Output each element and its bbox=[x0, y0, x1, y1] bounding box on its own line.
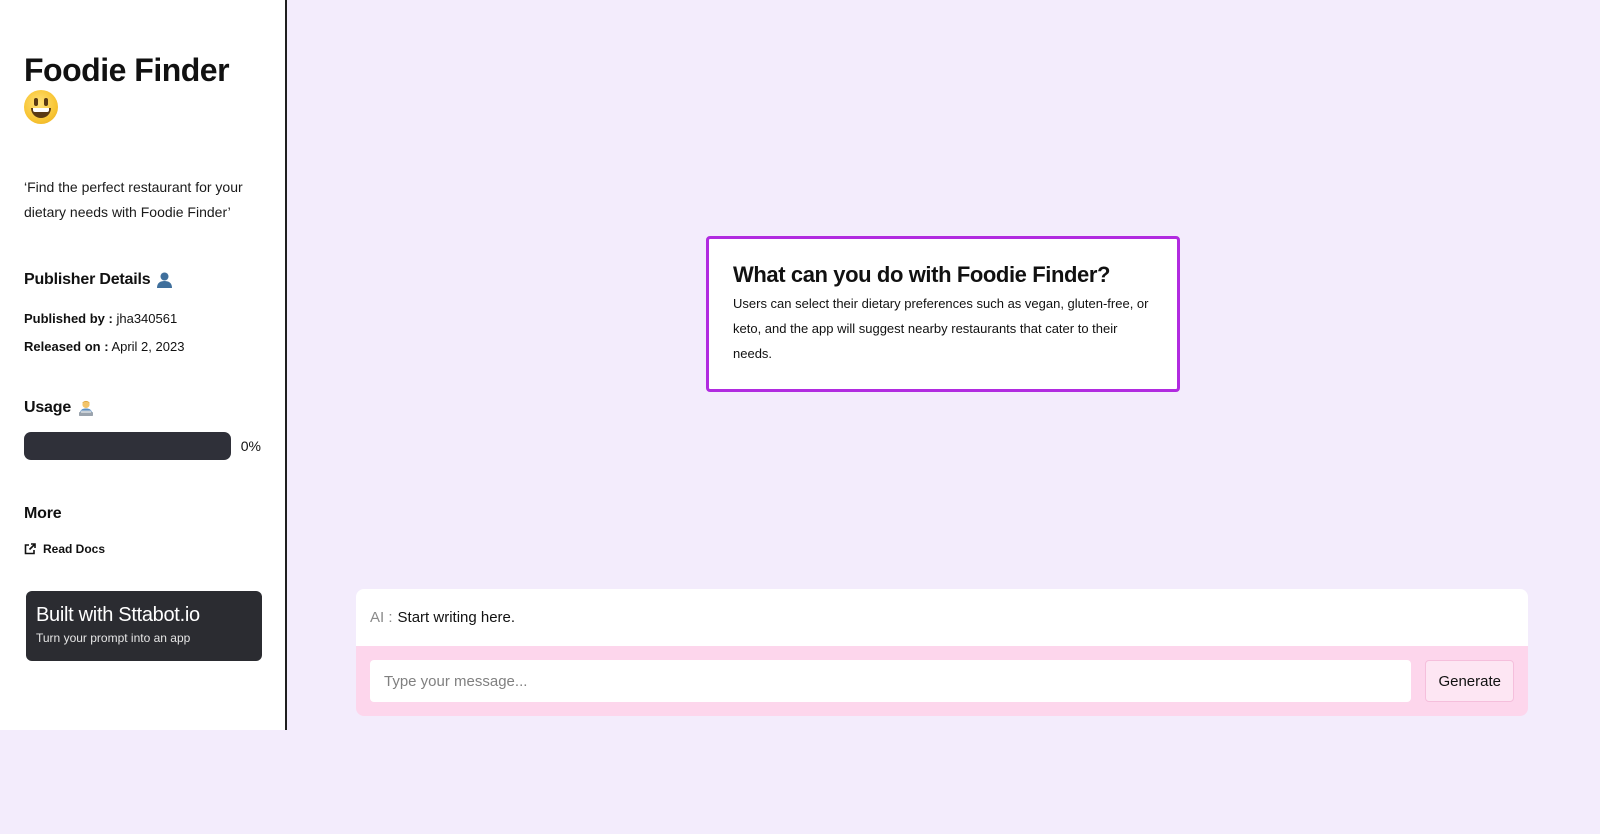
ai-output-area: AI : Start writing here. bbox=[356, 589, 1528, 646]
published-by-label: Published by : bbox=[24, 311, 113, 326]
usage-percent: 0% bbox=[240, 438, 261, 454]
built-with-sttabot-card[interactable]: Built with Sttabot.io Turn your prompt i… bbox=[26, 591, 262, 661]
released-on-row: Released on : April 2, 2023 bbox=[24, 339, 261, 354]
more-heading: More bbox=[24, 505, 62, 522]
ai-output-text: Start writing here. bbox=[397, 609, 516, 626]
external-link-icon bbox=[24, 543, 36, 555]
chat-input-row: Generate bbox=[356, 646, 1528, 716]
published-by-value: jha340561 bbox=[116, 311, 178, 326]
read-docs-link[interactable]: Read Docs bbox=[24, 542, 261, 556]
usage-progress-bar bbox=[24, 432, 231, 460]
app-title: Foodie Finder bbox=[24, 52, 261, 131]
info-card-body: Users can select their dietary preferenc… bbox=[733, 296, 1149, 361]
app-tagline: ‘Find the perfect restaurant for your di… bbox=[24, 179, 243, 220]
usage-heading-text: Usage bbox=[24, 399, 72, 416]
read-docs-label: Read Docs bbox=[43, 542, 106, 556]
message-input[interactable] bbox=[370, 660, 1412, 702]
chat-panel: AI : Start writing here. Generate bbox=[356, 589, 1528, 716]
publisher-details-heading: Publisher Details bbox=[24, 271, 261, 289]
info-card: What can you do with Foodie Finder? User… bbox=[706, 236, 1180, 392]
grinning-face-icon bbox=[24, 90, 58, 124]
technologist-icon bbox=[79, 400, 94, 416]
generate-button[interactable]: Generate bbox=[1425, 660, 1514, 702]
publisher-details-heading-text: Publisher Details bbox=[24, 271, 151, 288]
released-on-value: April 2, 2023 bbox=[111, 339, 185, 354]
ai-label: AI : bbox=[370, 609, 393, 626]
sidebar: Foodie Finder ‘Find the perfect restaura… bbox=[0, 0, 287, 730]
usage-row: 0% bbox=[24, 432, 261, 460]
usage-heading: Usage bbox=[24, 399, 261, 417]
built-with-subtitle: Turn your prompt into an app bbox=[36, 631, 191, 645]
built-with-title: Built with Sttabot.io bbox=[36, 604, 200, 626]
info-card-title: What can you do with Foodie Finder? bbox=[733, 262, 1111, 287]
published-by-row: Published by : jha340561 bbox=[24, 311, 261, 326]
person-icon bbox=[157, 272, 173, 288]
app-title-text: Foodie Finder bbox=[24, 52, 230, 88]
released-on-label: Released on : bbox=[24, 339, 109, 354]
